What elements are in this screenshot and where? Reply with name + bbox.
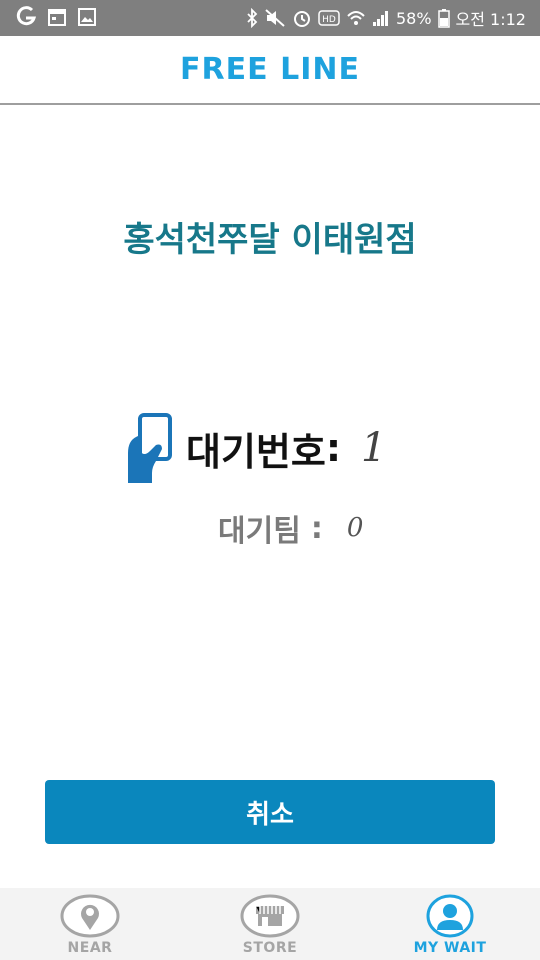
bluetooth-icon (246, 8, 258, 28)
nav-label-my-wait: MY WAIT (413, 940, 487, 956)
wait-number-label: 대기번호 (186, 429, 326, 474)
nav-label-near: NEAR (67, 940, 113, 956)
alarm-icon (292, 8, 312, 28)
signal-icon (372, 8, 390, 28)
waiting-teams-value: 0 (346, 513, 364, 543)
brand-logo: FREE LINE (180, 52, 360, 87)
nav-item-store[interactable]: STORE (180, 888, 360, 960)
status-bar-left (16, 6, 96, 28)
calendar-icon (48, 7, 66, 27)
wait-number-row: 대기번호 : 1 (126, 410, 387, 486)
nav-item-my-wait[interactable]: MY WAIT (360, 888, 540, 960)
store-name: 홍석천쭈달 이태원점 (123, 220, 417, 260)
mute-icon (264, 8, 286, 28)
wait-number-value: 1 (361, 425, 387, 471)
status-time: 오전 1:12 (455, 10, 526, 29)
waiting-teams-colon: : (310, 510, 323, 546)
waiting-teams-label: 대기팀 (218, 514, 301, 549)
g-app-icon (16, 6, 36, 28)
hd-icon: HD (318, 9, 340, 27)
bottom-nav: NEAR STORE MY WAIT (0, 888, 540, 960)
person-icon (420, 894, 480, 938)
nav-label-store: STORE (242, 940, 298, 956)
app-header: FREE LINE (0, 36, 540, 105)
battery-icon (437, 8, 450, 28)
location-pin-icon (60, 894, 120, 938)
wifi-icon (346, 8, 366, 28)
nav-item-near[interactable]: NEAR (0, 888, 180, 960)
svg-text:HD: HD (322, 15, 336, 25)
battery-percent: 58% (395, 8, 432, 28)
wait-number-colon: : (325, 426, 342, 470)
status-bar-right: HD 58% 오전 1:12 (246, 6, 526, 30)
hand-holding-ticket-icon (126, 411, 176, 485)
cancel-button[interactable]: 취소 (45, 780, 495, 844)
image-icon (78, 7, 96, 27)
status-bar: HD 58% 오전 1:12 (0, 0, 540, 36)
waiting-teams-row: 대기팀 : 0 (218, 505, 363, 551)
store-icon (240, 894, 300, 938)
